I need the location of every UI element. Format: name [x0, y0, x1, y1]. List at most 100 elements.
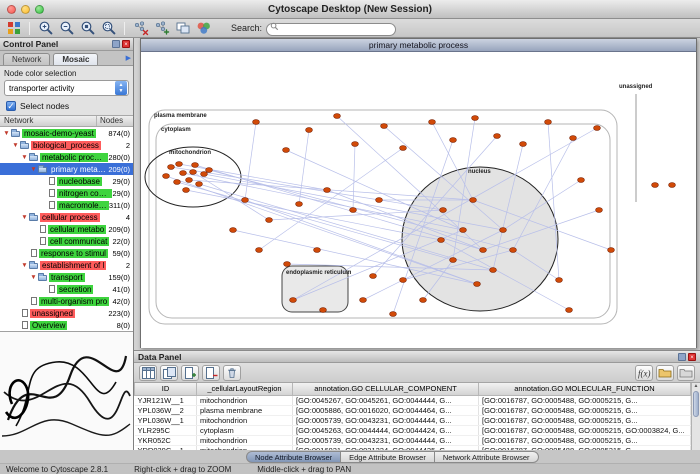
- tree-expander-icon[interactable]: ▼: [29, 274, 38, 281]
- tree-row[interactable]: ▼primary metabo209(0): [0, 163, 133, 175]
- tree-row[interactable]: ▼establishment of l2: [0, 259, 133, 271]
- mosaic-button[interactable]: [4, 20, 23, 37]
- network-node[interactable]: [360, 298, 367, 303]
- select-attributes-button[interactable]: [139, 365, 157, 381]
- tree-row[interactable]: ▼metabolic process280(0): [0, 151, 133, 163]
- network-node[interactable]: [472, 116, 479, 121]
- tab-network-attribute-browser[interactable]: Network Attribute Browser: [434, 451, 539, 463]
- network-node[interactable]: [450, 138, 457, 143]
- zoom-in-button[interactable]: [36, 20, 55, 37]
- network-node[interactable]: [352, 142, 359, 147]
- network-node[interactable]: [306, 128, 313, 133]
- network-node[interactable]: [570, 136, 577, 141]
- network-node[interactable]: [594, 126, 601, 131]
- tree-row[interactable]: cellular metabo209(0): [0, 223, 133, 235]
- network-node[interactable]: [253, 120, 260, 125]
- delete-attribute-button[interactable]: [202, 365, 220, 381]
- import-attributes-button[interactable]: [656, 365, 674, 381]
- table-column-header[interactable]: annotation.GO MOLECULAR_FUNCTION: [479, 383, 691, 395]
- network-node[interactable]: [494, 134, 501, 139]
- zoom-fit-button[interactable]: [99, 20, 118, 37]
- network-node[interactable]: [460, 228, 467, 233]
- tab-node-attribute-browser[interactable]: Node Attribute Browser: [246, 451, 341, 463]
- zoom-out-button[interactable]: [57, 20, 76, 37]
- network-node[interactable]: [510, 248, 517, 253]
- network-node[interactable]: [334, 114, 341, 119]
- network-node[interactable]: [174, 180, 181, 185]
- table-row[interactable]: YJR121W__1mitochondrion[GO:0045267, GO:0…: [135, 395, 691, 405]
- network-node[interactable]: [324, 188, 331, 193]
- network-node[interactable]: [400, 146, 407, 151]
- vizmapper-button[interactable]: [194, 20, 213, 37]
- function-builder-button[interactable]: f(x): [635, 365, 653, 381]
- tree-row[interactable]: multi-organism pro42(0): [0, 295, 133, 307]
- tab-mosaic[interactable]: Mosaic: [53, 53, 98, 65]
- table-scrollbar[interactable]: ▲: [691, 383, 700, 450]
- network-node[interactable]: [376, 198, 383, 203]
- tab-edge-attribute-browser[interactable]: Edge Attribute Browser: [340, 451, 435, 463]
- tree-column-network[interactable]: Network: [0, 116, 97, 126]
- tree-expander-icon[interactable]: ▼: [29, 166, 38, 173]
- tree-row[interactable]: ▼mosaic-demo-yeast874(0): [0, 127, 133, 139]
- table-row[interactable]: YLR295Ccytoplasm[GO:0045263, GO:0044444,…: [135, 425, 691, 435]
- table-column-header[interactable]: _cellularLayoutRegion: [197, 383, 293, 395]
- table-row[interactable]: YPL036W__1mitochondrion[GO:0005739, GO:0…: [135, 415, 691, 425]
- network-node[interactable]: [500, 228, 507, 233]
- new-network-from-selection-button[interactable]: [152, 20, 171, 37]
- select-nodes-checkbox[interactable]: ✓: [6, 101, 16, 111]
- network-node[interactable]: [206, 168, 213, 173]
- tree-expander-icon[interactable]: ▼: [2, 130, 11, 137]
- tree-expander-icon[interactable]: ▼: [20, 154, 29, 161]
- tree-row[interactable]: nitrogen compo29(0): [0, 187, 133, 199]
- table-row[interactable]: YPL036W__2plasma membrane[GO:0005886, GO…: [135, 405, 691, 415]
- tree-row[interactable]: cell communicat22(0): [0, 235, 133, 247]
- tree-row[interactable]: response to stimul59(0): [0, 247, 133, 259]
- network-node[interactable]: [420, 298, 427, 303]
- tree-expander-icon[interactable]: ▼: [11, 142, 20, 149]
- network-node[interactable]: [490, 268, 497, 273]
- clone-network-button[interactable]: [173, 20, 192, 37]
- scroll-up-icon[interactable]: ▲: [692, 383, 700, 389]
- search-input[interactable]: [266, 23, 396, 36]
- tree-row[interactable]: ▼cellular process4: [0, 211, 133, 223]
- network-node[interactable]: [608, 248, 615, 253]
- tree-row[interactable]: secretion41(0): [0, 283, 133, 295]
- network-node[interactable]: [350, 208, 357, 213]
- network-node[interactable]: [450, 258, 457, 263]
- new-attribute-button[interactable]: [181, 365, 199, 381]
- tree-row[interactable]: Overview8(0): [0, 319, 133, 331]
- tree-expander-icon[interactable]: ▼: [20, 214, 29, 221]
- network-node[interactable]: [520, 142, 527, 147]
- network-node[interactable]: [578, 178, 585, 183]
- network-node[interactable]: [429, 120, 436, 125]
- float-panel-icon[interactable]: [112, 40, 120, 48]
- network-node[interactable]: [566, 308, 573, 313]
- network-node[interactable]: [296, 202, 303, 207]
- tree-row[interactable]: ▼biological_process2: [0, 139, 133, 151]
- tree-row[interactable]: macromolecule311(0): [0, 199, 133, 211]
- network-node[interactable]: [283, 148, 290, 153]
- table-row[interactable]: YKR052Cmitochondrion[GO:0005739, GO:0043…: [135, 435, 691, 445]
- tree-row[interactable]: ▼transport159(0): [0, 271, 133, 283]
- network-node[interactable]: [192, 163, 199, 168]
- close-window-button[interactable]: [7, 5, 16, 14]
- network-node[interactable]: [438, 238, 445, 243]
- zoom-selected-button[interactable]: [78, 20, 97, 37]
- network-node[interactable]: [196, 182, 203, 187]
- network-node[interactable]: [545, 120, 552, 125]
- trash-button[interactable]: [223, 365, 241, 381]
- network-node[interactable]: [320, 308, 327, 313]
- network-node[interactable]: [230, 228, 237, 233]
- network-node[interactable]: [284, 262, 291, 267]
- destroy-network-button[interactable]: [131, 20, 150, 37]
- network-node[interactable]: [669, 183, 676, 188]
- zoom-window-button[interactable]: [35, 5, 44, 14]
- tree-expander-icon[interactable]: ▼: [20, 262, 29, 269]
- network-node[interactable]: [242, 198, 249, 203]
- tab-network[interactable]: Network: [3, 53, 50, 65]
- float-panel-icon[interactable]: [678, 353, 686, 361]
- network-node[interactable]: [266, 218, 273, 223]
- scrollbar-thumb[interactable]: [693, 391, 699, 417]
- network-node[interactable]: [400, 278, 407, 283]
- network-node[interactable]: [381, 124, 388, 129]
